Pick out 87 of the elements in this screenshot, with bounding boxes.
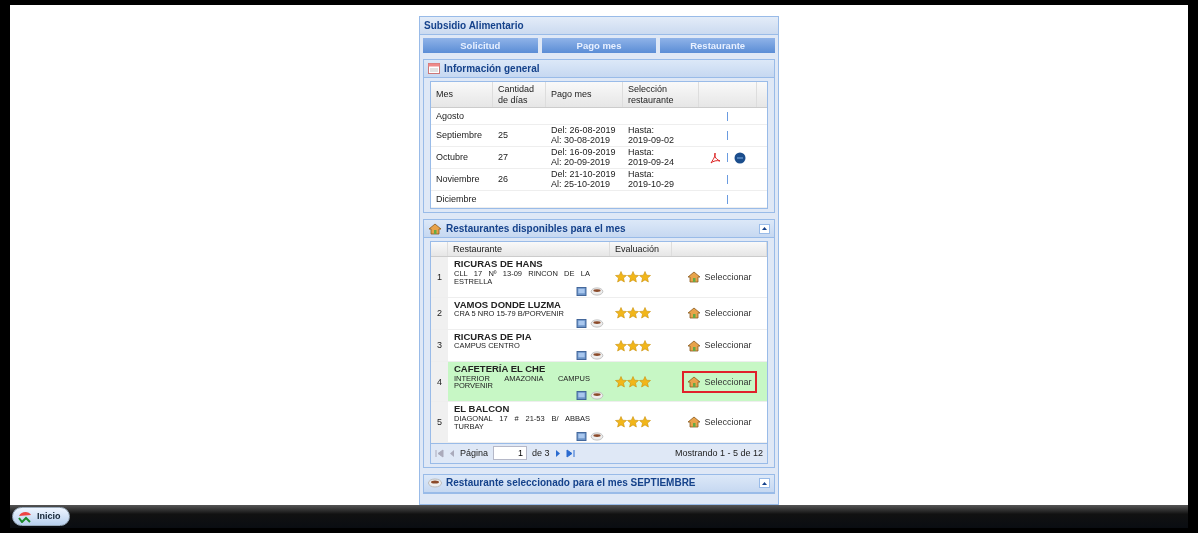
cup-icon <box>590 391 604 401</box>
house-icon <box>687 375 702 388</box>
star-icon <box>615 270 627 283</box>
panel-title: Información general <box>444 62 541 75</box>
house-icon <box>687 270 702 283</box>
cup-icon <box>590 431 604 441</box>
house-icon <box>687 339 702 352</box>
star-icon <box>615 375 627 388</box>
select-link[interactable]: Seleccionar <box>682 370 757 393</box>
table-cell-text: Del: 26-08-2019 Al: 30-08-2019 <box>550 126 617 145</box>
restaurant-name: VAMOS DONDE LUZMA <box>454 299 562 310</box>
table-cell-text: 25 <box>497 130 509 141</box>
restaurant-name: CAFETERÍA EL CHE <box>454 364 547 375</box>
star-icon <box>639 307 651 320</box>
monitor-icon <box>576 286 587 296</box>
row-number: 4 <box>431 362 448 402</box>
house-icon <box>428 222 442 235</box>
logo-icon <box>17 510 33 523</box>
row-number: 1 <box>431 257 448 297</box>
table-cell-text: Del: 16-09-2019 Al: 20-09-2019 <box>550 148 617 167</box>
table-cell-text: Hasta: 2019-09-24 <box>627 148 676 167</box>
table-cell-text: Del: 21-10-2019 Al: 25-10-2019 <box>550 170 617 189</box>
star-icon <box>627 375 639 388</box>
select-link[interactable]: Seleccionar <box>682 265 757 288</box>
restaurant-name: RICURAS DE HANS <box>454 259 544 270</box>
row-number: 2 <box>431 297 448 329</box>
cup-icon <box>590 318 604 328</box>
star-icon <box>639 339 651 352</box>
table-cell-text: Septiembre <box>435 130 484 141</box>
first-page-icon <box>435 448 444 458</box>
star-icon <box>615 307 627 320</box>
table-cell-text: Agosto <box>435 110 466 122</box>
table-cell-text: 26 <box>497 174 509 185</box>
star-icon <box>639 270 651 283</box>
cup-icon <box>590 286 604 296</box>
table-cell-text: Octubre <box>435 152 469 163</box>
select-link[interactable]: Seleccionar <box>682 334 757 357</box>
monitor-icon <box>576 431 587 441</box>
star-icon <box>639 375 651 388</box>
column-header: Mes <box>431 82 493 107</box>
row-number: 3 <box>431 329 448 362</box>
pdf-icon <box>709 151 721 164</box>
page-field[interactable]: 1 <box>493 446 528 461</box>
caret-icon <box>762 481 767 485</box>
pager-summary: Mostrando 1 - 5 de 12 <box>674 447 763 459</box>
cup-icon <box>590 351 604 361</box>
monitor-icon <box>576 391 587 401</box>
next-page-icon <box>554 448 561 458</box>
monitor-icon <box>576 318 587 328</box>
app-title: Subsidio Alimentario <box>420 17 778 35</box>
last-page-icon <box>565 448 575 458</box>
table-cell-text: 27 <box>497 152 509 163</box>
monitor-icon <box>576 351 587 361</box>
calendar-icon <box>428 63 440 74</box>
start-button[interactable]: Inicio <box>12 507 70 526</box>
table-cell-text: Diciembre <box>435 193 478 205</box>
star-icon <box>627 415 639 428</box>
column-header: Cantidad de días <box>493 82 546 107</box>
star-icon <box>627 270 639 283</box>
page-count: de 3 <box>532 447 550 459</box>
house-icon <box>687 307 702 320</box>
star-icon <box>627 307 639 320</box>
restaurant-name: EL BALCON <box>454 404 511 415</box>
house-icon <box>687 415 702 428</box>
table-cell-text: Hasta: 2019-09-02 <box>627 126 676 145</box>
column-header: Selección restaurante <box>623 82 699 107</box>
column-header: Restaurante <box>448 242 610 257</box>
table-cell-text: Noviembre <box>435 174 481 185</box>
select-link[interactable]: Seleccionar <box>682 302 757 325</box>
page-label: Página <box>460 447 489 459</box>
row-number: 5 <box>431 402 448 442</box>
column-header: Pago mes <box>546 82 623 107</box>
caret-icon <box>762 227 767 230</box>
star-icon <box>615 339 627 352</box>
collapse-button[interactable] <box>759 223 770 234</box>
column-header: Evaluación <box>610 242 672 257</box>
select-link[interactable]: Seleccionar <box>682 410 757 433</box>
table-cell-text: Hasta: 2019-10-29 <box>627 170 676 189</box>
previous-page-icon <box>449 448 455 458</box>
restaurant-name: RICURAS DE PIA <box>454 331 533 343</box>
cup-icon <box>428 478 442 489</box>
star-icon <box>627 339 639 352</box>
panel-title: Restaurantes disponibles para el mes <box>446 222 627 235</box>
star-icon <box>615 415 627 428</box>
panel-title: Restaurante seleccionado para el mes SEPTIEMBRE <box>446 477 697 489</box>
star-icon <box>639 415 651 428</box>
collapse-button[interactable] <box>759 478 770 489</box>
